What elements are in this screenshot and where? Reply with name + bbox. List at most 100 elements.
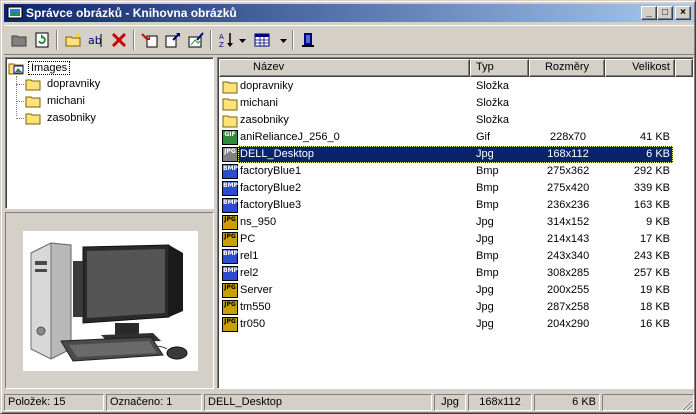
row-name: factoryBlue3 (240, 199, 302, 211)
title-bar[interactable]: Správce obrázků - Knihovna obrázků _ □ × (4, 4, 694, 22)
list-row-ns-950[interactable]: JPG ns_950 Jpg 314x152 9 KB (219, 214, 693, 231)
toolbar-separator (56, 30, 58, 50)
jpg-file-icon: JPG (222, 147, 238, 162)
preview-panel (5, 212, 214, 389)
row-name: dopravniky (240, 80, 294, 92)
row-size: 163 KB (633, 199, 670, 211)
tree-item-dopravniky[interactable]: dopravniky (25, 76, 102, 92)
bmp-file-icon: BMP (222, 164, 238, 179)
list-row-dell-desktop[interactable]: JPG DELL_Desktop Jpg 168x112 6 KB (219, 146, 693, 163)
rename-icon[interactable]: ab (85, 29, 107, 51)
row-dimensions: 168x112 (547, 148, 589, 160)
resize-grip-icon[interactable] (681, 399, 693, 411)
gif-file-icon: GIF (222, 130, 238, 145)
tree-item-michani[interactable]: michani (25, 93, 87, 109)
bmp-file-icon: BMP (222, 181, 238, 196)
minimize-button[interactable]: _ (641, 6, 657, 20)
row-name: tr050 (240, 318, 266, 330)
tree-connector (16, 84, 24, 85)
row-type: Jpg (476, 233, 494, 245)
list-row-factoryblue2[interactable]: BMP factoryBlue2 Bmp 275x420 339 KB (219, 180, 693, 197)
column-header-dimensions[interactable]: Rozměry (529, 59, 605, 77)
row-size: 19 KB (640, 284, 670, 296)
column-header-name[interactable]: Název (219, 59, 470, 77)
row-name: Server (240, 284, 273, 296)
preview-image (23, 231, 198, 371)
tree-item-zasobniky[interactable]: zasobniky (25, 110, 98, 126)
file-list[interactable]: Název Typ Rozměry Velikost dopravniky Slo… (217, 57, 694, 389)
row-type: Bmp (476, 182, 499, 194)
folder-icon (222, 115, 238, 128)
toolbar-separator (133, 30, 135, 50)
tree-root-images[interactable]: Images (8, 60, 71, 76)
export-icon[interactable] (162, 29, 184, 51)
view-icon[interactable] (251, 29, 273, 51)
list-row-factoryblue1[interactable]: BMP factoryBlue1 Bmp 275x362 292 KB (219, 163, 693, 180)
row-dimensions: 314x152 (547, 216, 590, 228)
exit-icon[interactable] (297, 29, 319, 51)
row-dimensions: 204x290 (547, 318, 590, 330)
bmp-file-icon: BMP (222, 249, 238, 264)
tree-connector (16, 101, 24, 102)
list-row-michani[interactable]: michani Složka (219, 95, 693, 112)
row-type: Jpg (476, 216, 494, 228)
edit-image-icon[interactable] (185, 29, 207, 51)
row-size: 292 KB (633, 165, 670, 177)
status-selected-dimensions: 168x112 (468, 394, 532, 411)
folder-closed-icon[interactable] (8, 29, 30, 51)
row-size: 6 KB (646, 148, 670, 160)
list-row-factoryblue3[interactable]: BMP factoryBlue3 Bmp 236x236 163 KB (219, 197, 693, 214)
column-header-size[interactable]: Velikost (605, 59, 675, 77)
list-row-rel1[interactable]: BMP rel1 Bmp 243x340 243 KB (219, 248, 693, 265)
list-row-tm550[interactable]: JPG tm550 Jpg 287x258 18 KB (219, 299, 693, 316)
bmp-file-icon: BMP (222, 266, 238, 281)
sort-dropdown-arrow-icon[interactable] (239, 38, 246, 44)
list-row-pc[interactable]: JPG PC Jpg 214x143 17 KB (219, 231, 693, 248)
import-icon[interactable] (139, 29, 161, 51)
row-size: 17 KB (640, 233, 670, 245)
folder-icon (25, 79, 41, 91)
list-row-zasobniky[interactable]: zasobniky Složka (219, 112, 693, 129)
app-icon (7, 6, 23, 19)
list-row-anireliancej-256-0[interactable]: GIF aniRelianceJ_256_0 Gif 228x70 41 KB (219, 129, 693, 146)
row-type: Bmp (476, 250, 499, 262)
toolbar: ab AZ (4, 25, 694, 55)
row-dimensions: 214x143 (547, 233, 590, 245)
maximize-button[interactable]: □ (657, 6, 673, 20)
close-button[interactable]: × (675, 6, 691, 20)
refresh-icon[interactable] (31, 29, 53, 51)
row-name: rel1 (240, 250, 259, 262)
row-size: 9 KB (646, 216, 670, 228)
sort-icon[interactable]: AZ (216, 29, 238, 51)
row-size: 16 KB (640, 318, 670, 330)
folder-tree[interactable]: Images dopravniky michani zasobniky (5, 57, 214, 209)
jpg-file-icon: JPG (222, 317, 238, 332)
column-header-filler (675, 59, 693, 77)
row-name: factoryBlue2 (240, 182, 302, 194)
svg-text:Z: Z (219, 41, 224, 49)
row-dimensions: 236x236 (547, 199, 590, 211)
row-name: ns_950 (240, 216, 277, 228)
jpg-file-icon: JPG (222, 300, 238, 315)
tree-root-label: Images (28, 61, 71, 75)
row-dimensions: 228x70 (549, 131, 587, 143)
column-header-type[interactable]: Typ (470, 59, 529, 77)
status-selected-size: 6 KB (534, 394, 600, 411)
list-row-server[interactable]: JPG Server Jpg 200x255 19 KB (219, 282, 693, 299)
tree-item-label: michani (47, 95, 85, 107)
list-row-tr050[interactable]: JPG tr050 Jpg 204x290 16 KB (219, 316, 693, 333)
row-type: Jpg (476, 284, 494, 296)
row-size: 18 KB (640, 301, 670, 313)
new-folder-icon[interactable] (62, 29, 84, 51)
row-size: 257 KB (633, 267, 670, 279)
row-dimensions: 287x258 (547, 301, 590, 313)
view-dropdown-arrow-icon[interactable] (280, 38, 287, 44)
row-dimensions: 275x420 (547, 182, 590, 194)
list-row-rel2[interactable]: BMP rel2 Bmp 308x285 257 KB (219, 265, 693, 282)
row-name: DELL_Desktop (240, 148, 314, 160)
delete-icon[interactable] (108, 29, 130, 51)
row-type: Jpg (476, 148, 494, 160)
row-size: 339 KB (633, 182, 670, 194)
list-row-dopravniky[interactable]: dopravniky Složka (219, 78, 693, 95)
row-type: Bmp (476, 199, 499, 211)
